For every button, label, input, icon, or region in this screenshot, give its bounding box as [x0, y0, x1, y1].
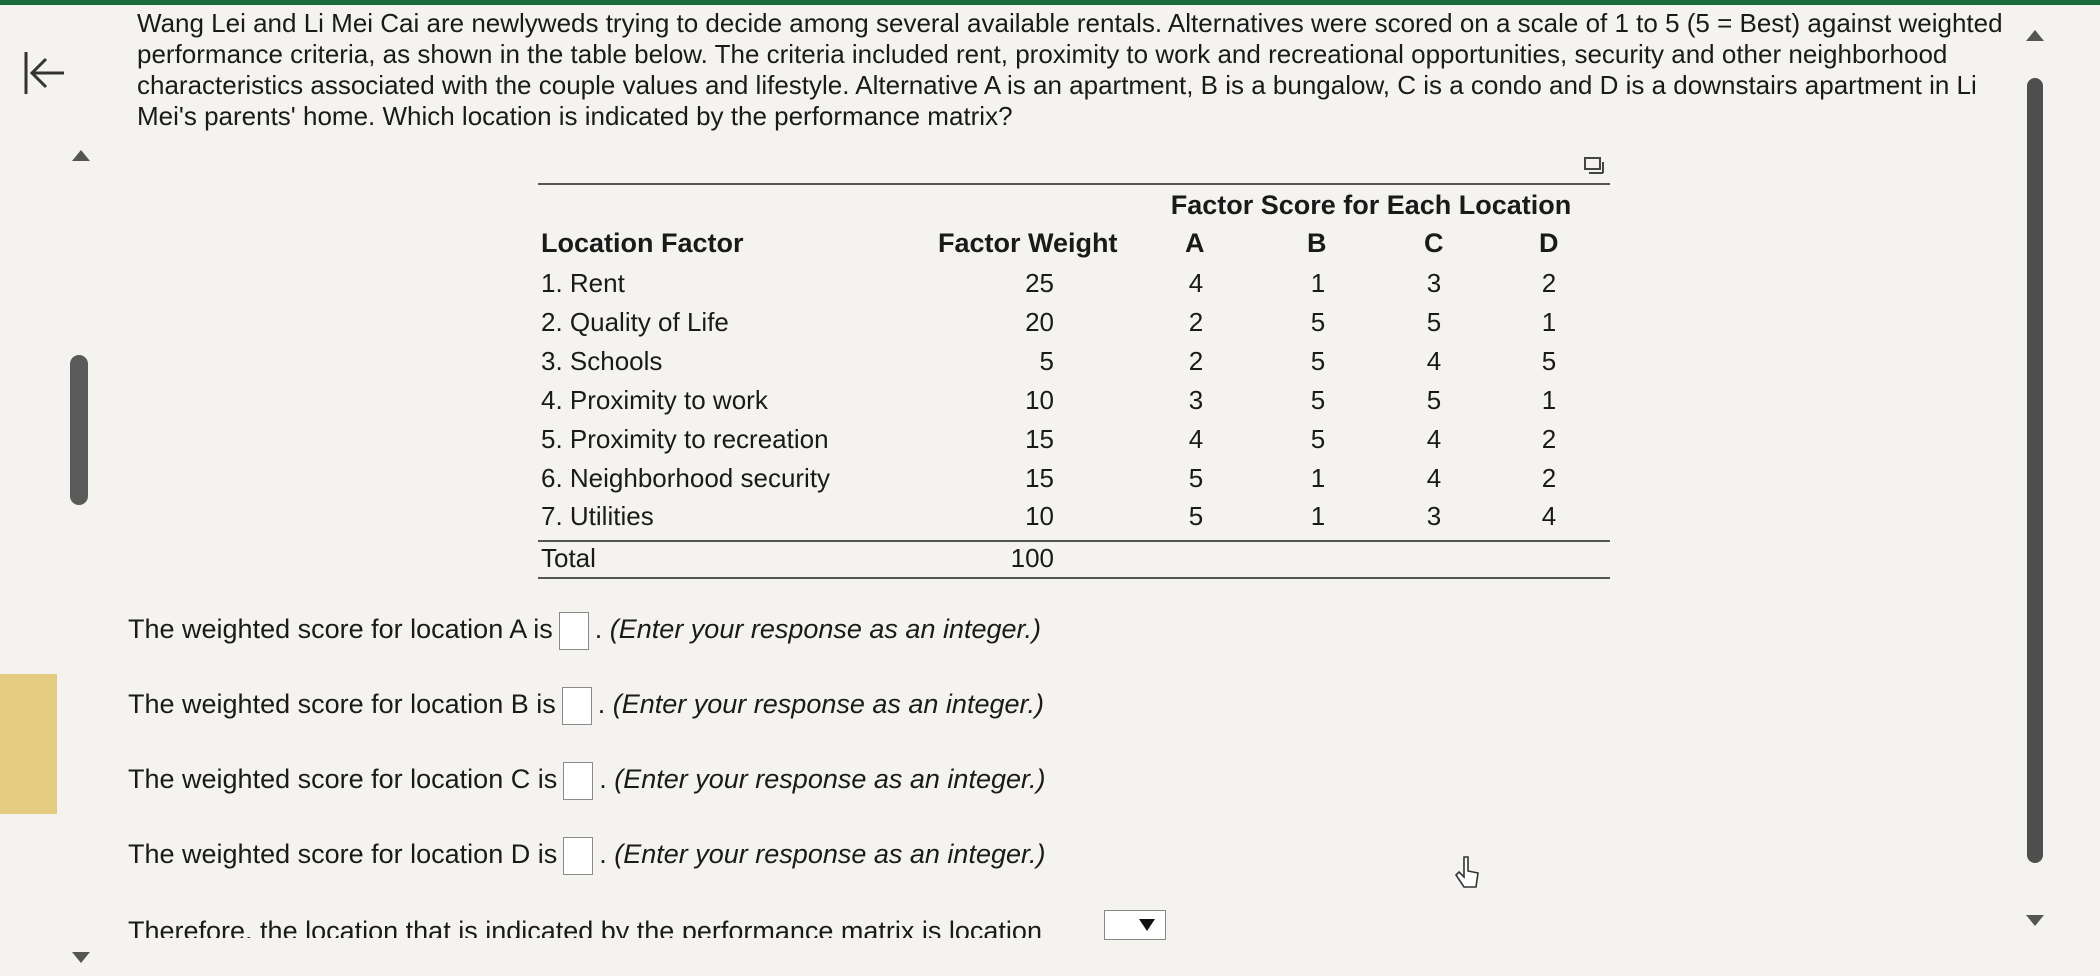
conclusion-text: Therefore, the location that is indicate… — [128, 916, 1042, 938]
score-b-input[interactable] — [561, 687, 592, 725]
score-a-input[interactable] — [558, 612, 589, 650]
score-b-cell: 1 — [1310, 268, 1326, 298]
score-c-cell: 4 — [1426, 463, 1442, 493]
score-d-cell: 2 — [1541, 268, 1557, 298]
score-a-cell: 2 — [1188, 307, 1204, 337]
weight-cell: 10 — [1025, 385, 1054, 415]
score-c-cell: 3 — [1426, 268, 1442, 298]
score-d-cell: 5 — [1541, 346, 1557, 376]
sidebar-tab[interactable] — [0, 674, 57, 814]
top-accent-bar — [0, 0, 2100, 5]
score-d-cell: 2 — [1541, 463, 1557, 493]
score-a-cell: 4 — [1188, 424, 1204, 454]
factor-cell: 4. Proximity to work — [541, 385, 768, 415]
answer-c-row: The weighted score for location C is. (E… — [128, 762, 1045, 800]
table-bottom-rule — [538, 577, 1610, 579]
location-select[interactable] — [1104, 910, 1166, 940]
mouse-pointer-icon — [1452, 855, 1482, 891]
header-col-a: A — [1185, 228, 1205, 258]
answer-a-row: The weighted score for location A is. (E… — [128, 612, 1041, 650]
score-d-cell: 2 — [1541, 424, 1557, 454]
score-c-cell: 5 — [1426, 307, 1442, 337]
scrollbar-thumb[interactable] — [2027, 78, 2043, 863]
scroll-up-icon[interactable] — [2026, 30, 2044, 41]
score-b-cell: 5 — [1310, 307, 1326, 337]
answer-a-hint: (Enter your response as an integer.) — [609, 614, 1042, 645]
left-scroll-down-icon[interactable] — [72, 952, 90, 963]
collapse-left-arrow-icon[interactable] — [22, 50, 66, 96]
weight-cell: 5 — [1039, 346, 1054, 376]
score-a-cell: 3 — [1188, 385, 1204, 415]
answer-c-period: . — [599, 764, 607, 795]
answer-b-hint: (Enter your response as an integer.) — [612, 689, 1044, 720]
header-factor-weight: Factor Weight — [938, 228, 1118, 258]
expand-table-icon[interactable] — [1583, 155, 1605, 177]
table-top-rule — [538, 183, 1610, 185]
score-d-cell: 1 — [1541, 307, 1557, 337]
answer-c-hint: (Enter your response as an integer.) — [614, 764, 1046, 795]
factor-cell: 7. Utilities — [541, 501, 654, 531]
answer-d-hint: (Enter your response as an integer.) — [614, 839, 1046, 870]
header-location-factor: Location Factor — [541, 228, 744, 258]
factor-cell: 5. Proximity to recreation — [541, 424, 829, 454]
score-a-cell: 5 — [1188, 463, 1204, 493]
factor-cell: 3. Schools — [541, 346, 663, 376]
score-b-cell: 5 — [1310, 424, 1326, 454]
weight-cell: 15 — [1025, 463, 1054, 493]
total-weight: 100 — [1010, 543, 1054, 573]
factor-cell: 2. Quality of Life — [541, 307, 729, 337]
weight-cell: 25 — [1025, 268, 1054, 298]
score-a-cell: 5 — [1188, 501, 1204, 531]
left-scrollbar-thumb[interactable] — [70, 355, 88, 505]
answer-b-period: . — [597, 689, 606, 720]
score-c-cell: 3 — [1426, 501, 1442, 531]
answer-b-row: The weighted score for location B is. (E… — [128, 687, 1044, 725]
score-a-cell: 2 — [1188, 346, 1204, 376]
weight-cell: 15 — [1025, 424, 1054, 454]
answer-a-label: The weighted score for location A is — [128, 614, 553, 645]
score-c-cell: 4 — [1426, 346, 1442, 376]
header-col-c: C — [1424, 228, 1444, 258]
score-b-cell: 5 — [1310, 346, 1326, 376]
total-label: Total — [541, 543, 596, 573]
factor-cell: 1. Rent — [541, 268, 625, 298]
chevron-down-icon — [1139, 919, 1155, 931]
answer-d-label: The weighted score for location D is — [128, 839, 558, 870]
left-scroll-up-icon[interactable] — [72, 150, 90, 161]
score-c-input[interactable] — [563, 762, 594, 800]
question-text: Wang Lei and Li Mei Cai are newlyweds tr… — [137, 8, 2003, 131]
weight-cell: 20 — [1025, 307, 1054, 337]
score-a-cell: 4 — [1188, 268, 1204, 298]
score-c-cell: 5 — [1426, 385, 1442, 415]
score-b-cell: 5 — [1310, 385, 1326, 415]
answer-a-period: . — [594, 614, 603, 645]
table-total-rule — [538, 540, 1610, 542]
score-b-cell: 1 — [1310, 501, 1326, 531]
header-col-b: B — [1307, 228, 1327, 258]
factor-score-group-header: Factor Score for Each Location — [1170, 190, 1572, 220]
score-d-cell: 1 — [1541, 385, 1557, 415]
score-b-cell: 1 — [1310, 463, 1326, 493]
answer-c-label: The weighted score for location C is — [128, 764, 558, 795]
answer-d-period: . — [599, 839, 607, 870]
factor-cell: 6. Neighborhood security — [541, 463, 831, 493]
answer-b-label: The weighted score for location B is — [128, 689, 556, 720]
score-c-cell: 4 — [1426, 424, 1442, 454]
header-col-d: D — [1539, 228, 1559, 258]
score-d-cell: 4 — [1541, 501, 1557, 531]
scroll-down-icon[interactable] — [2026, 915, 2044, 926]
score-d-input[interactable] — [563, 837, 594, 875]
weight-cell: 10 — [1025, 501, 1054, 531]
answer-d-row: The weighted score for location D is. (E… — [128, 837, 1045, 875]
